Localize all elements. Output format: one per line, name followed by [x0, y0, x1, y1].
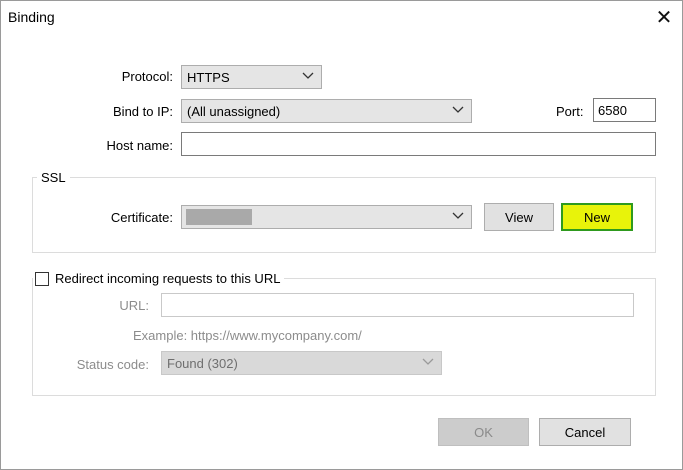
- new-button[interactable]: New: [561, 203, 633, 231]
- url-field[interactable]: [161, 293, 634, 317]
- chevron-down-icon: [422, 358, 434, 365]
- certificate-label: Certificate:: [110, 210, 173, 225]
- close-icon[interactable]: ✕: [646, 1, 682, 35]
- ssl-group-label: SSL: [37, 170, 70, 185]
- bind-ip-value: (All unassigned): [187, 103, 281, 119]
- bind-ip-select[interactable]: (All unassigned): [181, 99, 472, 123]
- protocol-select[interactable]: HTTPS: [181, 65, 322, 89]
- redirect-checkbox-row[interactable]: Redirect incoming requests to this URL: [33, 271, 285, 286]
- port-value: 6580: [598, 102, 627, 118]
- url-label: URL:: [119, 298, 149, 313]
- redirect-checkbox[interactable]: [35, 271, 49, 286]
- protocol-value: HTTPS: [187, 69, 230, 85]
- protocol-label: Protocol:: [121, 69, 173, 84]
- redirect-checkbox-label: Redirect incoming requests to this URL: [55, 271, 281, 286]
- chevron-down-icon: [452, 106, 464, 113]
- cancel-button[interactable]: Cancel: [539, 418, 631, 446]
- bind-ip-label: Bind to IP:: [113, 104, 173, 119]
- certificate-redacted-value: [186, 209, 252, 225]
- dialog-title: Binding: [8, 9, 55, 25]
- binding-dialog: Binding ✕ Protocol: HTTPS Bind to IP: (A…: [0, 0, 683, 470]
- chevron-down-icon: [302, 72, 314, 79]
- certificate-select[interactable]: [181, 205, 472, 229]
- port-label: Port:: [556, 104, 584, 119]
- host-name-field[interactable]: [181, 132, 656, 156]
- host-name-label: Host name:: [106, 138, 173, 153]
- url-example-text: Example: https://www.mycompany.com/: [133, 328, 362, 343]
- port-field[interactable]: 6580: [593, 98, 656, 122]
- status-code-label: Status code:: [76, 357, 149, 372]
- view-button[interactable]: View: [484, 203, 554, 231]
- status-code-select[interactable]: Found (302): [161, 351, 442, 375]
- ok-button[interactable]: OK: [438, 418, 529, 446]
- status-code-value: Found (302): [167, 355, 238, 371]
- chevron-down-icon: [452, 212, 464, 219]
